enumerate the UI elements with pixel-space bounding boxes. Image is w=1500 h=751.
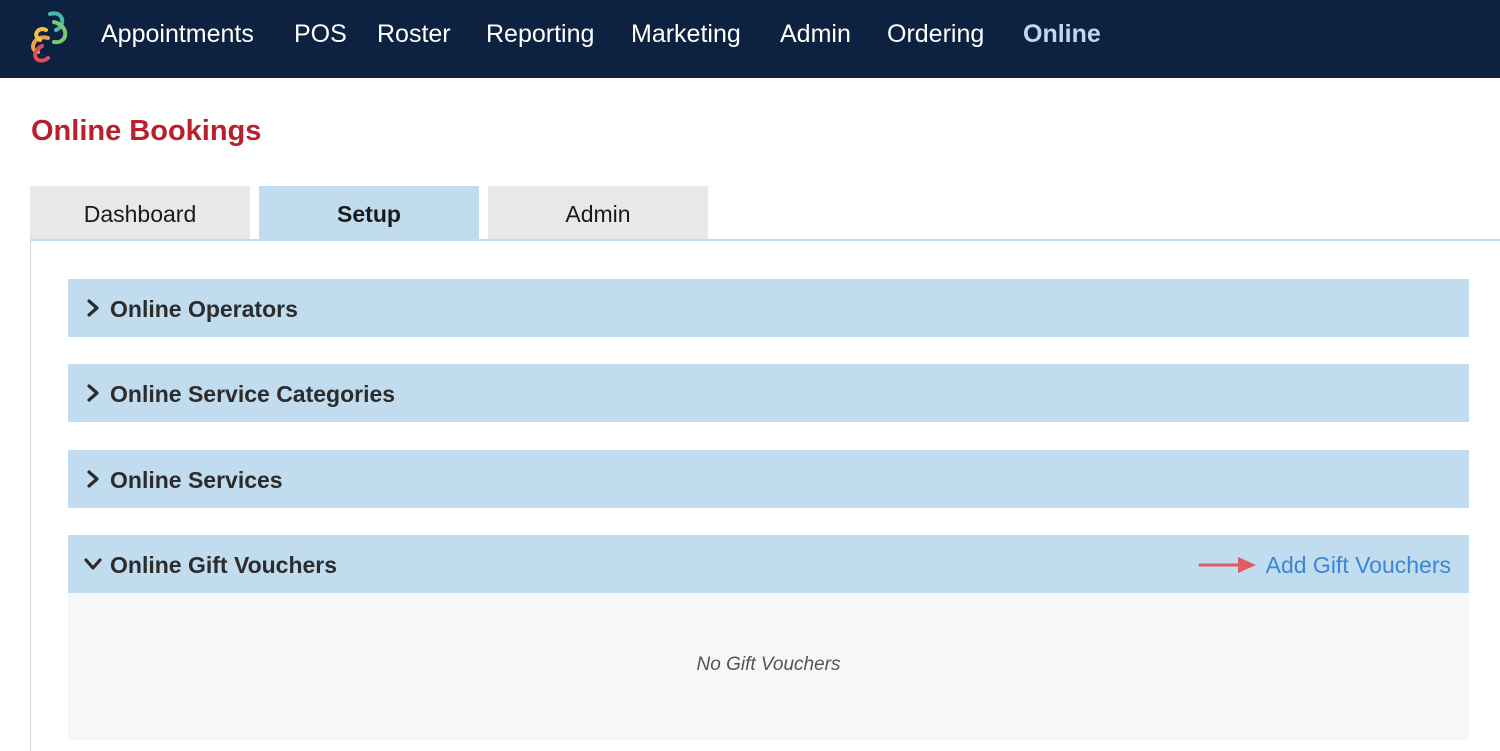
red-arrow-icon [1198,557,1256,573]
nav-ordering[interactable]: Ordering [887,18,984,50]
chevron-right-icon [87,384,99,402]
nav-reporting[interactable]: Reporting [486,18,594,50]
chevron-down-icon [84,558,102,570]
section-online-services[interactable]: Online Services [68,450,1469,508]
section-online-operators[interactable]: Online Operators [68,279,1469,337]
tab-setup[interactable]: Setup [259,186,479,240]
nav-marketing[interactable]: Marketing [631,18,741,50]
nav-online[interactable]: Online [1023,18,1101,50]
nav-appointments[interactable]: Appointments [101,18,254,50]
tab-dashboard[interactable]: Dashboard [30,186,250,240]
section-online-service-categories[interactable]: Online Service Categories [68,364,1469,422]
tab-admin[interactable]: Admin [488,186,708,240]
add-gift-vouchers-link[interactable]: Add Gift Vouchers [1266,535,1451,595]
page-title: Online Bookings [31,115,262,147]
section-label: Online Service Categories [110,381,396,407]
section-label: Online Operators [110,296,298,322]
nav-pos[interactable]: POS [294,18,347,50]
gift-vouchers-body: No Gift Vouchers [68,593,1469,740]
section-label: Online Gift Vouchers [110,552,338,578]
empty-state-text: No Gift Vouchers [696,654,841,675]
nav-admin[interactable]: Admin [780,18,851,50]
brand-swirl-icon[interactable] [24,6,72,64]
top-navigation-bar: Appointments POS Roster Reporting Market… [0,0,1500,78]
section-label: Online Services [110,467,283,493]
section-online-gift-vouchers[interactable]: Online Gift Vouchers Add Gift Vouchers [68,535,1469,593]
chevron-right-icon [87,299,99,317]
chevron-right-icon [87,470,99,488]
nav-roster[interactable]: Roster [377,18,451,50]
